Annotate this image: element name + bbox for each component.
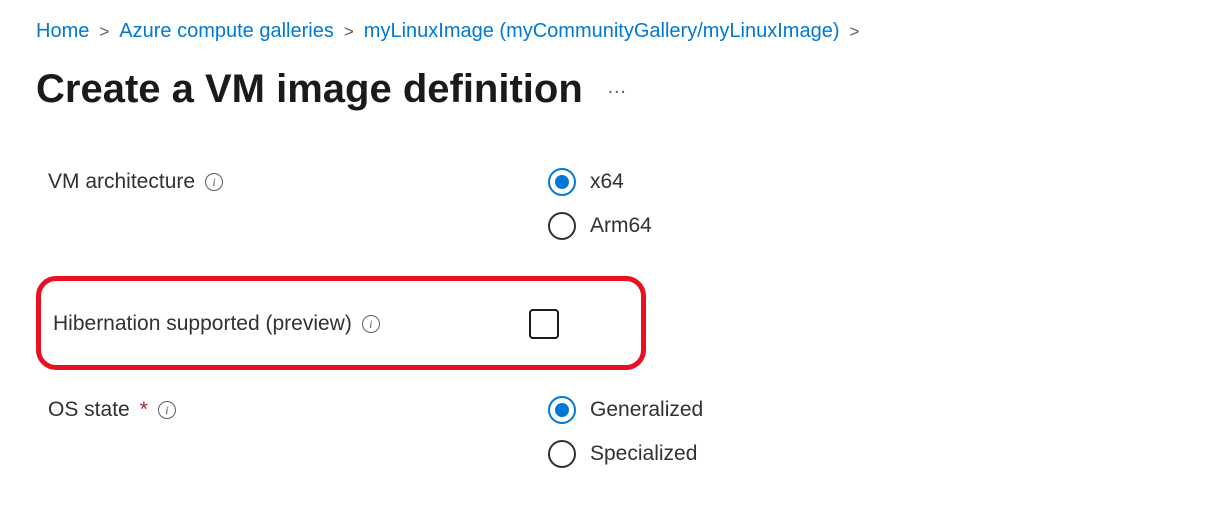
page-title: Create a VM image definition	[36, 67, 583, 112]
radio-circle-icon	[548, 440, 576, 468]
form-row-hibernation-highlighted: Hibernation supported (preview) i	[36, 276, 646, 370]
radio-arm64[interactable]: Arm64	[548, 212, 652, 240]
radio-specialized[interactable]: Specialized	[548, 440, 703, 468]
form: VM architecture i x64 Arm64 Hibernation …	[36, 168, 1180, 468]
radio-circle-icon	[548, 168, 576, 196]
radio-arm64-label: Arm64	[590, 214, 652, 238]
breadcrumb-image[interactable]: myLinuxImage (myCommunityGallery/myLinux…	[364, 20, 840, 43]
label-osstate-text: OS state	[48, 398, 130, 422]
radio-generalized[interactable]: Generalized	[548, 396, 703, 424]
page-title-row: Create a VM image definition …	[36, 67, 1180, 112]
label-architecture-text: VM architecture	[48, 170, 195, 194]
form-row-osstate: OS state * i Generalized Specialized	[48, 396, 1180, 468]
info-icon[interactable]: i	[205, 173, 223, 191]
label-architecture: VM architecture i	[48, 168, 548, 194]
checkbox-control-hibernation	[529, 307, 559, 339]
breadcrumb-galleries[interactable]: Azure compute galleries	[119, 20, 334, 43]
radio-circle-icon	[548, 396, 576, 424]
chevron-right-icon: >	[99, 22, 109, 42]
radio-circle-icon	[548, 212, 576, 240]
radio-group-architecture: x64 Arm64	[548, 168, 652, 240]
checkbox-hibernation[interactable]	[529, 309, 559, 339]
radio-group-osstate: Generalized Specialized	[548, 396, 703, 468]
info-icon[interactable]: i	[362, 315, 380, 333]
info-icon[interactable]: i	[158, 401, 176, 419]
radio-generalized-label: Generalized	[590, 398, 703, 422]
more-menu-button[interactable]: …	[607, 76, 628, 103]
breadcrumb-home[interactable]: Home	[36, 20, 89, 43]
label-hibernation: Hibernation supported (preview) i	[53, 310, 529, 336]
label-hibernation-text: Hibernation supported (preview)	[53, 312, 352, 336]
breadcrumb: Home > Azure compute galleries > myLinux…	[36, 20, 1180, 43]
radio-x64[interactable]: x64	[548, 168, 652, 196]
chevron-right-icon: >	[850, 22, 860, 42]
radio-x64-label: x64	[590, 170, 624, 194]
radio-specialized-label: Specialized	[590, 442, 697, 466]
required-asterisk-icon: *	[140, 398, 148, 422]
form-row-architecture: VM architecture i x64 Arm64	[48, 168, 1180, 240]
label-osstate: OS state * i	[48, 396, 548, 422]
chevron-right-icon: >	[344, 22, 354, 42]
